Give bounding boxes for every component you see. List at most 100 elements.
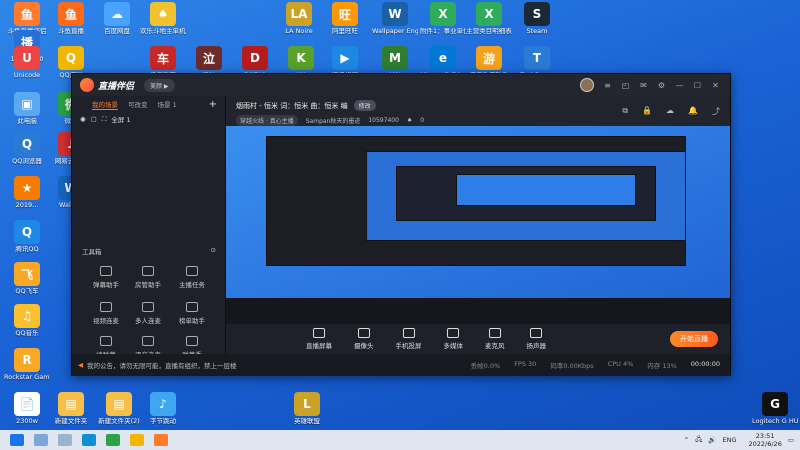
- clock[interactable]: 23:51 2022/6/26: [749, 432, 782, 448]
- category-tag[interactable]: 穿越火线 · 真心主播: [236, 115, 298, 126]
- desktop-icon[interactable]: R Rockstar Games...: [4, 348, 50, 390]
- room-id: 10597400: [368, 117, 399, 124]
- tab-my-scene[interactable]: 我的场景: [92, 99, 118, 110]
- app-name: 直播伴侣: [98, 81, 135, 92]
- desktop-icon[interactable]: ♫ QQ音乐: [4, 304, 50, 346]
- menu-icon[interactable]: ≡: [603, 81, 612, 90]
- edit-title-button[interactable]: 修改: [353, 100, 376, 111]
- wechat-icon[interactable]: [106, 434, 120, 446]
- search-icon[interactable]: [34, 434, 48, 446]
- desktop-app-icon: 📄: [14, 392, 40, 416]
- language-indicator[interactable]: ENG: [722, 436, 736, 444]
- desktop-app-icon: ★: [14, 176, 40, 200]
- desktop-icon[interactable]: ☁ 百度网盘: [94, 2, 140, 44]
- tool-label: 房管助手: [135, 281, 161, 289]
- desktop-app-icon: ☁: [104, 2, 130, 26]
- cloud-icon[interactable]: ☁: [666, 106, 674, 117]
- add-scene-icon[interactable]: +: [209, 99, 217, 110]
- camera-button[interactable]: 摄像头: [354, 328, 374, 350]
- settings-icon[interactable]: ⚙: [657, 81, 666, 90]
- likes-count: 0: [420, 117, 425, 124]
- desktop-icon[interactable]: Q 腾讯QQ: [4, 220, 50, 262]
- desktop-app-icon: L: [294, 392, 320, 416]
- desktop-icon[interactable]: ▣ 此电脑: [4, 92, 50, 134]
- control-bar: 直播屏幕 摄像头 手机投屏 多媒体 麦克风 扬声器 开始直播: [226, 324, 730, 354]
- toolbox-item[interactable]: 弹幕助手: [82, 266, 130, 289]
- tray-chevron-icon[interactable]: ⌃: [684, 436, 689, 444]
- stat-cpu: CPU 4%: [607, 360, 634, 368]
- desktop-icon-label: Steam: [526, 28, 548, 35]
- desktop-icon[interactable]: X 附件1：事业单位...: [420, 2, 466, 44]
- beauty-button[interactable]: 美颜 ▶: [144, 78, 175, 92]
- desktop-icon[interactable]: X 主营类目明细表: [466, 2, 512, 44]
- desktop-app-icon: 鱼: [14, 2, 40, 26]
- toolbox-item[interactable]: 房管助手: [124, 266, 172, 289]
- microphone-button[interactable]: 麦克风: [485, 328, 505, 350]
- desktop-icon[interactable]: Q QQ浏览器: [4, 132, 50, 174]
- network-icon[interactable]: 🖧: [695, 435, 702, 446]
- close-icon[interactable]: ✕: [711, 81, 720, 90]
- tool-icon: [100, 336, 112, 346]
- desktop-icon-label: Unicode: [13, 72, 41, 79]
- desktop-icon[interactable]: 鱼斗鱼直播: [48, 2, 94, 44]
- announcement-icon: ◀: [78, 361, 83, 369]
- desktop-icon[interactable]: W Wallpaper Engine：...: [372, 2, 418, 44]
- desktop-icon[interactable]: ♠ 欢乐斗地主单机版: [140, 2, 186, 44]
- message-icon[interactable]: ✉: [639, 81, 648, 90]
- desktop-icon[interactable]: ▤ 新建文件夹: [48, 392, 94, 434]
- desktop-icon-label: 新建文件夹(2): [98, 418, 140, 425]
- desktop-icon[interactable]: S Steam: [514, 2, 560, 44]
- share-icon[interactable]: ⧉: [622, 106, 628, 117]
- stream-preview[interactable]: [226, 126, 730, 324]
- toolbox-item[interactable]: 多人连麦: [124, 302, 172, 325]
- tab-scene-1[interactable]: 场景 1: [158, 99, 177, 109]
- desktop-app-icon: 旺: [332, 2, 358, 26]
- phone-cast-button[interactable]: 手机投屏: [396, 328, 422, 350]
- microphone-icon: [488, 328, 501, 338]
- toolbox-item[interactable]: 主播任务: [168, 266, 216, 289]
- user-avatar[interactable]: [580, 78, 594, 92]
- desktop-icon-label: 新建文件夹: [54, 418, 88, 425]
- streaming-app-taskbar-icon[interactable]: [154, 434, 168, 446]
- qq-icon[interactable]: [130, 434, 144, 446]
- edge-icon[interactable]: [82, 434, 96, 446]
- toolbox-item[interactable]: 榜单助手: [168, 302, 216, 325]
- task-view-icon[interactable]: [58, 434, 72, 446]
- desktop-icon-label: 主营类目明细表: [466, 28, 512, 35]
- notification-icon[interactable]: ▭: [788, 436, 794, 444]
- minimize-icon[interactable]: —: [675, 81, 684, 90]
- bell-icon[interactable]: 🔔: [688, 106, 698, 117]
- scene-source-row[interactable]: ◉ ▢ ⛶ 全屏 1: [72, 112, 225, 126]
- share-link-icon[interactable]: ⤴: [712, 106, 720, 117]
- speaker-button[interactable]: 扬声器: [527, 328, 546, 350]
- windows-start-icon[interactable]: [10, 434, 24, 446]
- skin-icon[interactable]: ◰: [621, 81, 630, 90]
- desktop-icon[interactable]: U Unicode: [4, 46, 50, 88]
- desktop-app-icon: LA: [286, 2, 312, 26]
- screen-capture-button[interactable]: 直播屏幕: [306, 328, 332, 350]
- desktop-icon[interactable]: L 英雄联盟: [284, 392, 330, 434]
- desktop-icon[interactable]: ♪ 字节跳动: [140, 392, 186, 434]
- desktop-icon-label: 此电脑: [17, 118, 37, 125]
- multimedia-button[interactable]: 多媒体: [444, 328, 463, 350]
- toolbox-more-icon[interactable]: ⊙: [211, 246, 216, 256]
- desktop-icon[interactable]: LA LA Noire: [276, 2, 322, 44]
- toolbox-item[interactable]: 视频连麦: [82, 302, 130, 325]
- tool-icon: [100, 266, 112, 276]
- eye-icon[interactable]: ◉: [80, 115, 86, 123]
- desktop-icon[interactable]: G Logitech G HUB: [752, 392, 798, 434]
- maximize-icon[interactable]: ☐: [693, 81, 702, 90]
- volume-icon[interactable]: 🔊: [708, 436, 716, 444]
- tab-changeable[interactable]: 可改变: [128, 99, 148, 109]
- desktop-app-icon: ♪: [150, 392, 176, 416]
- desktop-icon[interactable]: 📄 2300w: [4, 392, 50, 434]
- desktop-app-icon: 飞: [14, 262, 40, 286]
- desktop-app-icon: D: [242, 46, 268, 70]
- desktop-icon[interactable]: 旺阿里旺旺: [322, 2, 368, 44]
- lock-icon[interactable]: 🔒: [642, 106, 652, 117]
- desktop-icon[interactable]: ▤ 新建文件夹(2): [96, 392, 142, 434]
- desktop-icon[interactable]: 飞 QQ飞车: [4, 262, 50, 304]
- lock-icon[interactable]: ▢: [91, 115, 97, 123]
- start-live-button[interactable]: 开始直播: [670, 331, 718, 347]
- desktop-icon[interactable]: ★ 2019...: [4, 176, 50, 218]
